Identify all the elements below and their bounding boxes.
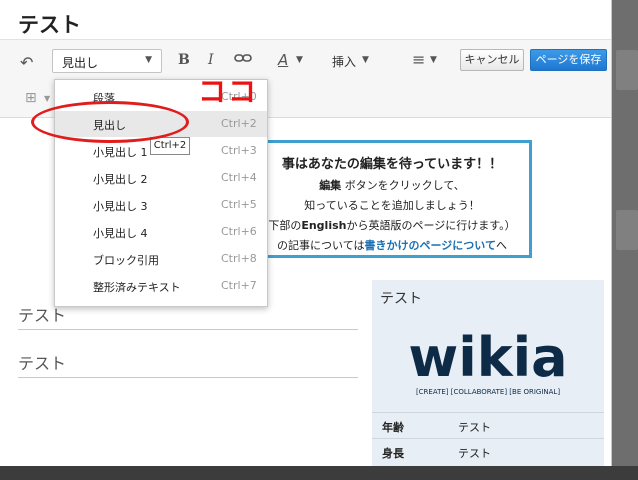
menu-item-shortcut: Ctrl+7 <box>221 279 257 292</box>
menu-item-label: ブロック引用 <box>93 254 159 267</box>
shortcut-tooltip: Ctrl+2 <box>150 137 190 155</box>
page-title: テスト <box>18 13 81 37</box>
infobox-value: テスト <box>458 421 491 434</box>
chevron-down-icon[interactable]: ▼ <box>362 55 369 65</box>
menu-item-label: 小見出し 3 <box>93 200 148 213</box>
notice-text: へ <box>495 239 507 252</box>
editor-window: テスト ↶ 見出し ▼ B I A ▼ 挿入 ▼ ≡ ▼ キャンセル ページを保… <box>0 0 612 466</box>
chevron-down-icon[interactable]: ▼ <box>44 94 50 103</box>
menu-item-label: 小見出し 1 <box>93 146 148 159</box>
notice-line: 編集 ボタンをクリックして、 <box>255 177 529 193</box>
menu-item-shortcut: Ctrl+5 <box>221 198 257 211</box>
notice-text: 下部の <box>268 219 302 232</box>
menu-item-shortcut: Ctrl+4 <box>221 171 257 184</box>
undo-icon[interactable]: ↶ <box>20 53 33 72</box>
content-heading[interactable]: テスト <box>18 350 358 378</box>
menu-item-label: 小見出し 4 <box>93 227 148 240</box>
taskbar-strip <box>0 466 638 480</box>
cancel-button[interactable]: キャンセル <box>460 49 524 71</box>
annotation-label: ココ <box>198 75 259 108</box>
menu-item-subheading-4[interactable]: 小見出し 4 Ctrl+6 <box>55 219 267 245</box>
stub-help-link[interactable]: 書きかけのページについて <box>365 239 496 252</box>
align-icon[interactable]: ≡ <box>412 50 425 69</box>
menu-item-shortcut: Ctrl+3 <box>221 144 257 157</box>
infobox-row: 身長 テスト <box>372 438 604 464</box>
format-dropdown[interactable]: 見出し ▼ <box>52 49 162 73</box>
wikia-logo-text: wikia <box>408 326 567 389</box>
menu-item-blockquote[interactable]: ブロック引用 Ctrl+8 <box>55 246 267 272</box>
link-icon[interactable] <box>234 52 252 68</box>
notice-bold-text: 編集 <box>319 179 342 192</box>
infobox-row: 年齢 テスト <box>372 412 604 438</box>
notice-line: の記事については書きかけのページについてへ <box>255 237 529 253</box>
notice-box: 事はあなたの編集を待っています！！ 編集 ボタンをクリックして、 知っていること… <box>252 140 532 258</box>
menu-item-preformatted[interactable]: 整形済みテキスト Ctrl+7 <box>55 273 267 299</box>
notice-line: 下部のEnglishから英語版のページに行けます。） <box>255 217 529 233</box>
background-tab <box>616 50 638 90</box>
menu-item-shortcut: Ctrl+2 <box>221 117 257 130</box>
format-dropdown-value: 見出し <box>62 56 99 70</box>
notice-text: から英語版のページに行けます。） <box>346 219 516 232</box>
insert-menu-label[interactable]: 挿入 <box>332 53 356 70</box>
bold-icon[interactable]: B <box>178 52 190 68</box>
save-page-button[interactable]: ページを保存 <box>530 49 607 71</box>
infobox[interactable]: テスト wikia [CREATE] [COLLABORATE] [BE ORI… <box>372 280 604 466</box>
notice-line: 知っていることを追加しましょう！ <box>304 199 480 212</box>
chevron-down-icon[interactable]: ▼ <box>430 55 437 65</box>
menu-item-subheading-2[interactable]: 小見出し 2 Ctrl+4 <box>55 165 267 191</box>
infobox-key: 身長 <box>382 447 404 460</box>
infobox-value: テスト <box>458 447 491 460</box>
notice-text: の記事については <box>277 239 365 252</box>
wikia-logo-tagline: [CREATE] [COLLABORATE] [BE ORIGINAL] <box>416 388 560 396</box>
table-icon[interactable]: ⊞ <box>25 90 37 106</box>
menu-item-subheading-3[interactable]: 小見出し 3 Ctrl+5 <box>55 192 267 218</box>
title-bar: テスト <box>0 0 611 40</box>
annotation-red-circle <box>31 101 189 143</box>
notice-bold-text: English <box>301 219 347 232</box>
infobox-key: 年齢 <box>382 421 404 434</box>
menu-item-shortcut: Ctrl+6 <box>221 225 257 238</box>
notice-line: 事はあなたの編集を待っています！！ <box>281 157 503 172</box>
notice-text: ボタンをクリックして、 <box>344 179 465 192</box>
menu-item-label: 小見出し 2 <box>93 173 148 186</box>
chevron-down-icon: ▼ <box>145 55 152 65</box>
menu-item-label: 整形済みテキスト <box>93 281 181 294</box>
chevron-down-icon[interactable]: ▼ <box>296 55 303 65</box>
text-color-icon[interactable]: A <box>278 51 288 69</box>
background-tab <box>616 210 638 250</box>
infobox-title: テスト <box>380 291 422 307</box>
background-window-edge <box>612 0 638 480</box>
italic-icon[interactable]: I <box>208 52 214 68</box>
wikia-logo: wikia [CREATE] [COLLABORATE] [BE ORIGINA… <box>386 324 590 404</box>
menu-item-shortcut: Ctrl+8 <box>221 252 257 265</box>
